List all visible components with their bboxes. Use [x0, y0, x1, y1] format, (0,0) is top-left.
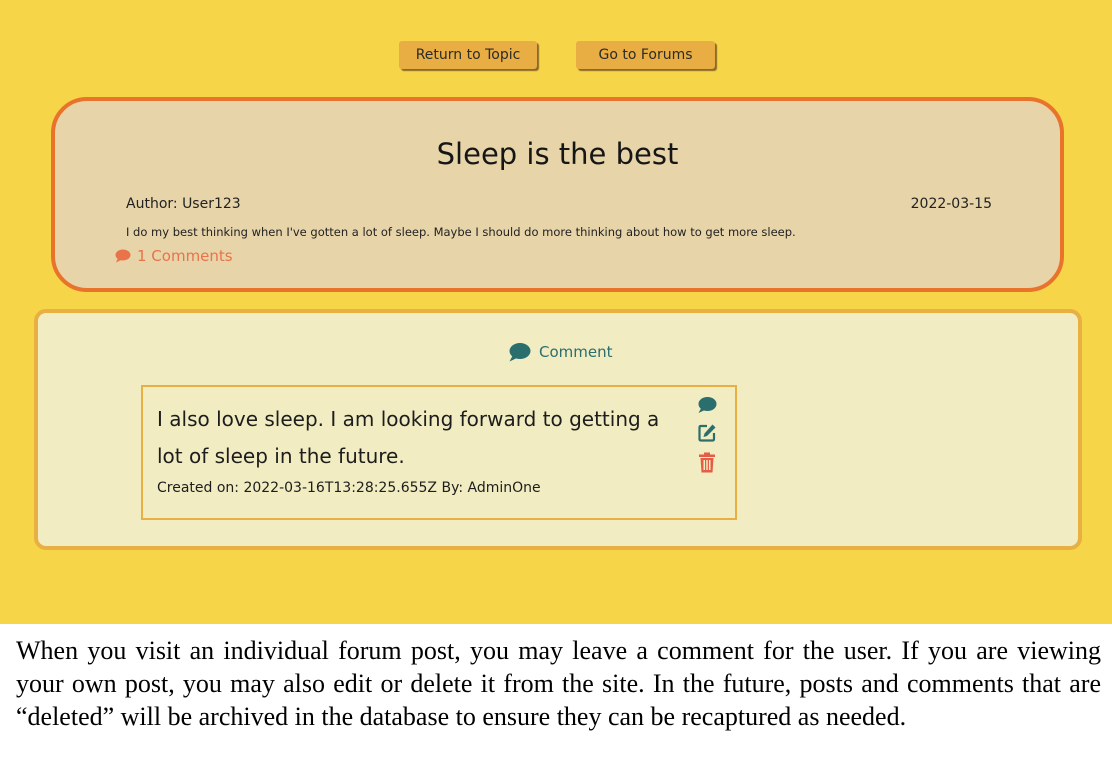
post-date: 2022-03-15 [910, 196, 992, 212]
edit-icon[interactable] [697, 423, 717, 443]
comment-card: I also love sleep. I am looking forward … [141, 385, 737, 520]
comment-text: I also love sleep. I am looking forward … [157, 407, 660, 468]
post-title: Sleep is the best [436, 137, 679, 171]
author-name: User123 [182, 196, 241, 212]
comments-count: 1 Comments [137, 247, 233, 265]
comment-action-label: Comment [539, 343, 613, 361]
add-comment-button[interactable]: Comment [508, 342, 613, 362]
comment-section: Comment I also love sleep. I am looking … [34, 309, 1082, 550]
comment-meta: Created on: 2022-03-16T13:28:25.655Z By:… [157, 480, 541, 496]
post-body: I do my best thinking when I've gotten a… [126, 225, 796, 239]
trash-icon[interactable] [698, 452, 716, 473]
reply-comment-icon[interactable] [697, 396, 717, 414]
caption-text: When you visit an individual forum post,… [16, 636, 1101, 731]
post-card: Sleep is the best Author: User123 2022-0… [51, 97, 1064, 292]
comment-actions [697, 396, 717, 473]
comment-icon [115, 249, 131, 263]
comment-icon [509, 343, 531, 362]
go-to-forums-button[interactable]: Go to Forums [576, 41, 715, 69]
forum-app: Return to Topic Go to Forums Sleep is th… [0, 0, 1112, 624]
return-to-topic-button[interactable]: Return to Topic [399, 41, 537, 69]
author-label: Author: [126, 196, 178, 212]
post-author: Author: User123 [126, 196, 241, 212]
post-comments-link[interactable]: 1 Comments [115, 247, 233, 265]
